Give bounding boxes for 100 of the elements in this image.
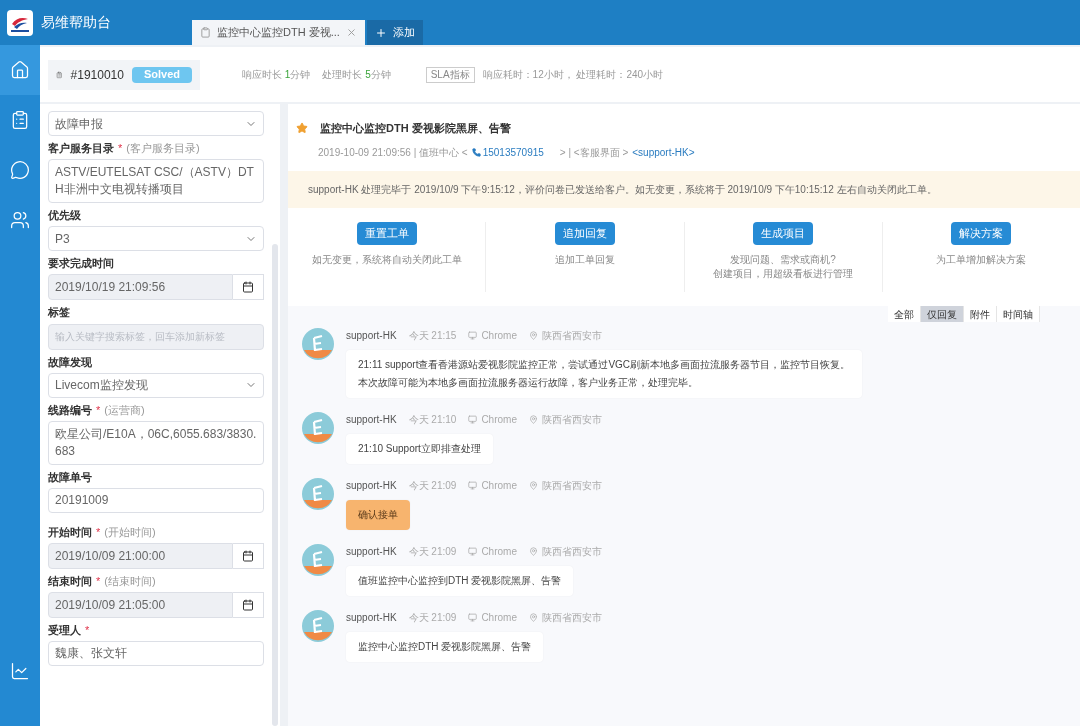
date-field[interactable]: 2019/10/09 21:05:00 [48,591,233,618]
field-label: 故障发现 [48,354,92,369]
location-text: 陕西省西安市 [541,328,602,343]
field-label: 受理人 [48,622,81,637]
input-field[interactable]: 魏康、张文轩 [48,640,264,666]
field-label: 优先级 [48,208,81,222]
chart-icon [10,661,30,681]
date-field[interactable]: 2019/10/19 21:09:56 [48,274,233,300]
calendar-icon [242,549,254,562]
message-time: 今天 21:10 [408,412,457,427]
message-text: 值班监控中心监控到DTH 爱视影院黑屏、告警 [358,574,562,588]
location-icon [528,546,538,556]
action-description: 为工单增加解决方案 [936,252,1027,267]
field-label: 结束时间 [48,573,92,588]
message-time: 今天 21:09 [408,544,457,559]
text-area[interactable]: ASTV/EUTELSAT CSC/（ASTV）DTH非洲中文电视转播项目 [48,159,264,203]
scrollbar[interactable] [272,244,278,726]
location-icon [528,330,538,340]
author-name: support-HK [346,544,397,559]
date-field[interactable]: 2019/10/09 21:00:00 [48,542,233,569]
tab[interactable]: 监控中心监控DTH 爱视... [192,20,365,45]
filter-tab[interactable]: 附件 [964,306,997,322]
location-text: 陕西省西安市 [541,412,602,427]
action-description: 创建项目，用超级看板进行管理 [713,266,854,281]
close-icon[interactable] [345,27,357,38]
required-mark: * [85,622,90,637]
location-icon [528,612,538,622]
browser-name: Chrome [481,478,517,493]
calendar-button[interactable] [233,591,264,618]
field-label: 开始时间 [48,524,92,539]
clipboard-icon [200,27,211,38]
users-icon [10,210,30,230]
author-name: support-HK [346,478,397,493]
message-text: 21:10 Support立即排查处理 [358,442,481,456]
calendar-button[interactable] [233,542,264,569]
location-text: 陕西省西安市 [541,610,602,625]
monitor-icon [468,330,478,340]
calendar-button[interactable] [233,274,264,300]
message-text: 本次故障可能为本地多画面拉流服务器运行故障，客户业务正常，处理完毕。 [358,376,699,390]
ticket-title: 监控中心监控DTH 爱视影院黑屏、告警 [320,121,511,136]
message-time: 今天 21:09 [408,610,457,625]
field-label: 要求完成时间 [48,256,114,270]
select-field[interactable]: Livecom监控发现 [48,372,264,398]
star-icon[interactable] [296,122,308,135]
browser-name: Chrome [481,328,517,343]
field-label: 故障单号 [48,469,92,484]
tab[interactable]: 添加 [366,20,423,45]
location-text: 陕西省西安市 [541,478,602,493]
location-text: 陕西省西安市 [541,544,602,559]
text-area[interactable]: 欧星公司/E10A，06C,6055.683/3830.683 [48,420,264,465]
message-time: 今天 21:15 [408,328,457,343]
select-field[interactable]: P3 [48,226,264,251]
avatar-icon [302,544,334,576]
phone-link[interactable]: 15013570915 [471,144,544,160]
ticket-icon [10,110,30,130]
filter-tab[interactable]: 全部 [888,306,921,322]
required-mark: * [96,402,101,417]
author-name: support-HK [346,328,397,343]
message-text: 21:11 support查看香港源站爱视影院监控正常，尝试通过VGC刷新本地多画面拉流服务器节目，监控节目恢复。 [358,358,851,372]
agent-link[interactable]: <support-HK> [632,144,695,160]
avatar-icon [302,610,334,642]
required-mark: * [96,524,101,539]
monitor-icon [468,546,478,556]
action-button[interactable]: 重置工单 [356,221,417,245]
field-label: 客户服务目录 [48,141,114,155]
field-label: 线路编号 [48,402,92,417]
action-button[interactable]: 解决方案 [951,221,1012,245]
message-text: 监控中心监控DTH 爱视影院黑屏、告警 [358,640,532,654]
location-icon [528,414,538,424]
sla-tag: SLA指标 [425,66,475,83]
field-hint: (开始时间) [104,524,156,539]
calendar-icon [242,598,254,611]
select-field[interactable]: 故障申报 [48,111,264,136]
field-hint: (结束时间) [104,573,156,588]
action-button[interactable]: 生成项目 [753,221,814,245]
input-field[interactable]: 20191009 [48,487,264,513]
metric-text: 处理时长 5分钟 [322,68,391,82]
browser-name: Chrome [481,544,517,559]
status-badge: Solved [131,66,192,83]
filter-tab[interactable]: 仅回复 [921,306,964,322]
ticket-meta: > | <客服界面 > [559,145,629,160]
action-description: 追加工单回复 [554,252,615,267]
avatar-icon [302,328,334,360]
action-button[interactable]: 追加回复 [554,221,615,245]
required-mark: * [118,141,123,155]
author-name: support-HK [346,412,397,427]
nav-item[interactable] [0,45,40,95]
ticket-meta: 2019-10-09 21:09:56 | 值班中心 < [318,145,468,160]
field-hint: (运营商) [104,402,145,417]
browser-name: Chrome [481,610,517,625]
author-name: support-HK [346,610,397,625]
message-time: 今天 21:09 [408,478,457,493]
browser-name: Chrome [481,412,517,427]
filter-tab[interactable]: 时间轴 [997,306,1040,322]
add-icon [374,26,387,39]
avatar-icon [302,412,334,444]
required-mark: * [96,573,101,588]
monitor-icon [468,612,478,622]
action-description: 发现问题、需求或商机? [730,252,836,267]
avatar-icon [302,478,334,510]
